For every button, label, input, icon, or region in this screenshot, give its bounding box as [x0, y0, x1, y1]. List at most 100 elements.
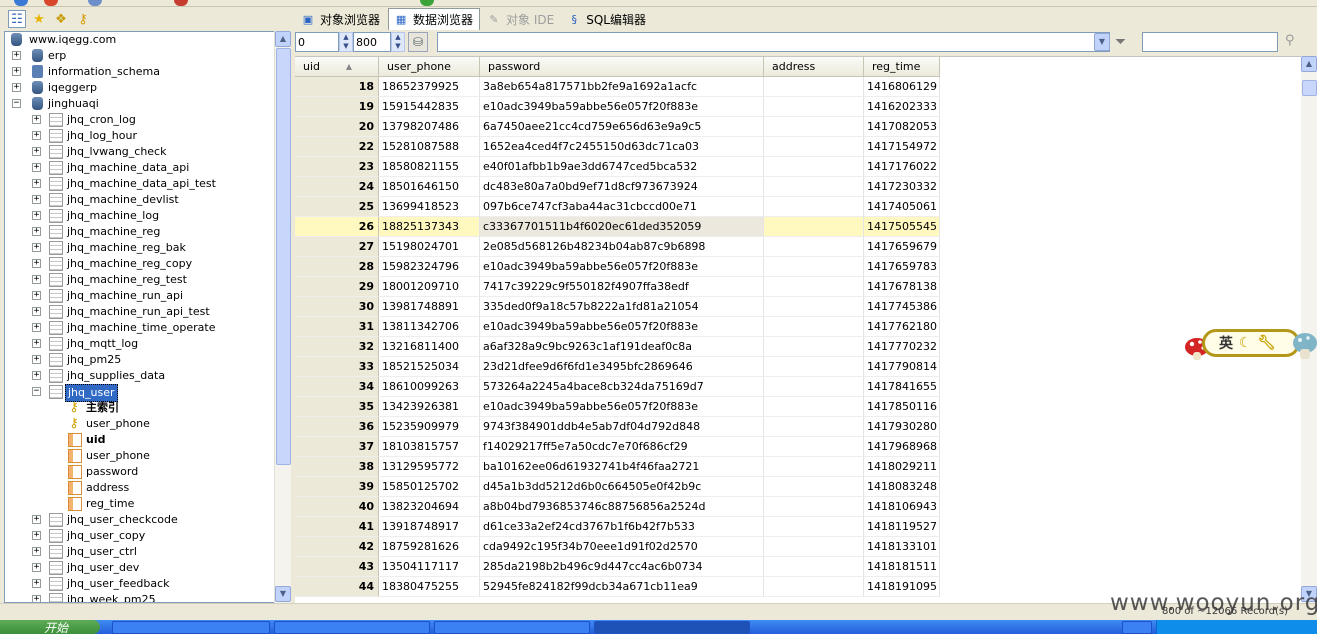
search-box[interactable]	[1142, 32, 1278, 52]
tree-table[interactable]: + jhq_user_checkcode	[5, 512, 275, 528]
cell-reg-time[interactable]: 1417930280	[864, 417, 940, 437]
cell-reg-time[interactable]: 1417154972	[864, 137, 940, 157]
tree-column[interactable]: user_phone	[5, 448, 275, 464]
limit-input[interactable]	[354, 33, 390, 51]
cell-user-phone[interactable]: 18580821155	[379, 157, 480, 177]
cell-reg-time[interactable]: 1418133101	[864, 537, 940, 557]
cell-user-phone[interactable]: 18825137343	[379, 217, 480, 237]
cell-uid[interactable]: 37	[295, 437, 379, 457]
expand-icon[interactable]: +	[32, 147, 41, 156]
cell-uid[interactable]: 28	[295, 257, 379, 277]
table-row[interactable]: 33 18521525034 23d21dfee9d6f6fd1e3495bfc28…	[295, 357, 940, 377]
cell-password[interactable]: 9743f384901ddb4e5ab7df04d792d848	[480, 417, 764, 437]
cell-uid[interactable]: 33	[295, 357, 379, 377]
cell-address[interactable]	[764, 317, 864, 337]
cell-uid[interactable]: 31	[295, 317, 379, 337]
cell-uid[interactable]: 35	[295, 397, 379, 417]
cell-user-phone[interactable]: 13216811400	[379, 337, 480, 357]
tree-database[interactable]: + iqeggerp	[5, 80, 275, 96]
cell-user-phone[interactable]: 13823204694	[379, 497, 480, 517]
table-row[interactable]: 42 18759281626 cda9492c195f34b70eee1d91f02…	[295, 537, 940, 557]
expand-icon[interactable]: +	[32, 371, 41, 380]
cell-address[interactable]	[764, 517, 864, 537]
cell-reg-time[interactable]: 1418191095	[864, 577, 940, 597]
cell-password[interactable]: e10adc3949ba59abbe56e057f20f883e	[480, 257, 764, 277]
expand-icon[interactable]: +	[12, 67, 21, 76]
cell-user-phone[interactable]: 13504117117	[379, 557, 480, 577]
collapse-icon[interactable]: −	[32, 387, 41, 396]
tree-column[interactable]: address	[5, 480, 275, 496]
ime-pill[interactable]: 英 ☾ 🔧︎	[1202, 329, 1300, 357]
toolbar-button-icon[interactable]	[88, 0, 102, 6]
cell-user-phone[interactable]: 18380475255	[379, 577, 480, 597]
cell-password[interactable]: dc483e80a7a0bd9ef71d8cf973673924	[480, 177, 764, 197]
table-row[interactable]: 35 13423926381 e10adc3949ba59abbe56e057f20…	[295, 397, 940, 417]
table-row[interactable]: 36 15235909979 9743f384901ddb4e5ab7df04d79…	[295, 417, 940, 437]
cell-password[interactable]: 285da2198b2b496c9d447cc4ac6b0734	[480, 557, 764, 577]
tree-table[interactable]: + jhq_machine_devlist	[5, 192, 275, 208]
cell-password[interactable]: 7417c39229c9f550182f4907ffa38edf	[480, 277, 764, 297]
cell-password[interactable]: e40f01afbb1b9ae3dd6747ced5bca532	[480, 157, 764, 177]
tree-table[interactable]: + jhq_machine_log	[5, 208, 275, 224]
cell-address[interactable]	[764, 457, 864, 477]
expand-icon[interactable]: +	[32, 355, 41, 364]
search-input[interactable]	[1143, 33, 1277, 51]
expand-icon[interactable]: +	[32, 531, 41, 540]
offset-stepper[interactable]: ▲ ▼	[339, 32, 353, 52]
cell-uid[interactable]: 19	[295, 97, 379, 117]
cell-password[interactable]: e10adc3949ba59abbe56e057f20f883e	[480, 317, 764, 337]
table-row[interactable]: 22 15281087588 1652ea4ced4f7c2455150d63dc7…	[295, 137, 940, 157]
tree-column[interactable]: reg_time	[5, 496, 275, 512]
cell-address[interactable]	[764, 177, 864, 197]
cell-address[interactable]	[764, 337, 864, 357]
toolbar-button-icon[interactable]	[174, 0, 188, 6]
cell-user-phone[interactable]: 18652379925	[379, 77, 480, 97]
tree-database[interactable]: + information_schema	[5, 64, 275, 80]
cell-address[interactable]	[764, 77, 864, 97]
tree-table[interactable]: + jhq_user_ctrl	[5, 544, 275, 560]
cell-reg-time[interactable]: 1417176022	[864, 157, 940, 177]
tree-connection[interactable]: www.iqegg.com	[5, 32, 275, 48]
scroll-down-button[interactable]: ▼	[275, 586, 291, 602]
column-header-uid[interactable]: uid ▲	[295, 57, 379, 77]
cell-uid[interactable]: 42	[295, 537, 379, 557]
tree-table-selected[interactable]: − jhq_user	[5, 384, 275, 402]
favorites-star-icon[interactable]: ★	[30, 10, 48, 28]
cell-password[interactable]: 097b6ce747cf3aba44ac31cbccd00e71	[480, 197, 764, 217]
cell-uid[interactable]: 30	[295, 297, 379, 317]
cell-user-phone[interactable]: 13798207486	[379, 117, 480, 137]
scroll-thumb[interactable]	[276, 48, 291, 465]
table-row[interactable]: 32 13216811400 a6af328a9c9bc9263c1af191dea…	[295, 337, 940, 357]
limit-field[interactable]	[353, 32, 391, 52]
tree-table[interactable]: + jhq_machine_data_api	[5, 160, 275, 176]
offset-field[interactable]	[295, 32, 339, 52]
cell-user-phone[interactable]: 18501646150	[379, 177, 480, 197]
cell-password[interactable]: c33367701511b4f6020ec61ded352059	[480, 217, 764, 237]
expand-icon[interactable]: +	[32, 323, 41, 332]
expand-icon[interactable]: +	[32, 515, 41, 524]
cell-reg-time[interactable]: 1418181511	[864, 557, 940, 577]
cell-user-phone[interactable]: 18001209710	[379, 277, 480, 297]
filter-dropdown-button[interactable]: ▼	[1094, 33, 1110, 51]
cell-uid[interactable]: 27	[295, 237, 379, 257]
scroll-up-button[interactable]: ▲	[275, 31, 291, 47]
cell-password[interactable]: e10adc3949ba59abbe56e057f20f883e	[480, 97, 764, 117]
cell-uid[interactable]: 22	[295, 137, 379, 157]
tree-index[interactable]: ⚷ 主索引	[5, 400, 275, 416]
expand-icon[interactable]: +	[32, 227, 41, 236]
tree-table[interactable]: + jhq_cron_log	[5, 112, 275, 128]
column-header-password[interactable]: password	[480, 57, 764, 77]
cell-user-phone[interactable]: 18103815757	[379, 437, 480, 457]
table-row[interactable]: 23 18580821155 e40f01afbb1b9ae3dd6747ced5b…	[295, 157, 940, 177]
table-row[interactable]: 39 15850125702 d45a1b3dd5212d6b0c664505e0f…	[295, 477, 940, 497]
table-row[interactable]: 18 18652379925 3a8eb654a817571bb2fe9a1692a…	[295, 77, 940, 97]
expand-icon[interactable]: +	[32, 131, 41, 140]
tab-object-browser[interactable]: ▣ 对象浏览器	[296, 8, 386, 30]
table-row[interactable]: 26 18825137343 c33367701511b4f6020ec61ded3…	[295, 217, 940, 237]
taskbar-item[interactable]	[434, 621, 590, 634]
cell-user-phone[interactable]: 15281087588	[379, 137, 480, 157]
cell-password[interactable]: ba10162ee06d61932741b4f46faa2721	[480, 457, 764, 477]
cell-address[interactable]	[764, 197, 864, 217]
table-row[interactable]: 31 13811342706 e10adc3949ba59abbe56e057f20…	[295, 317, 940, 337]
cell-address[interactable]	[764, 137, 864, 157]
